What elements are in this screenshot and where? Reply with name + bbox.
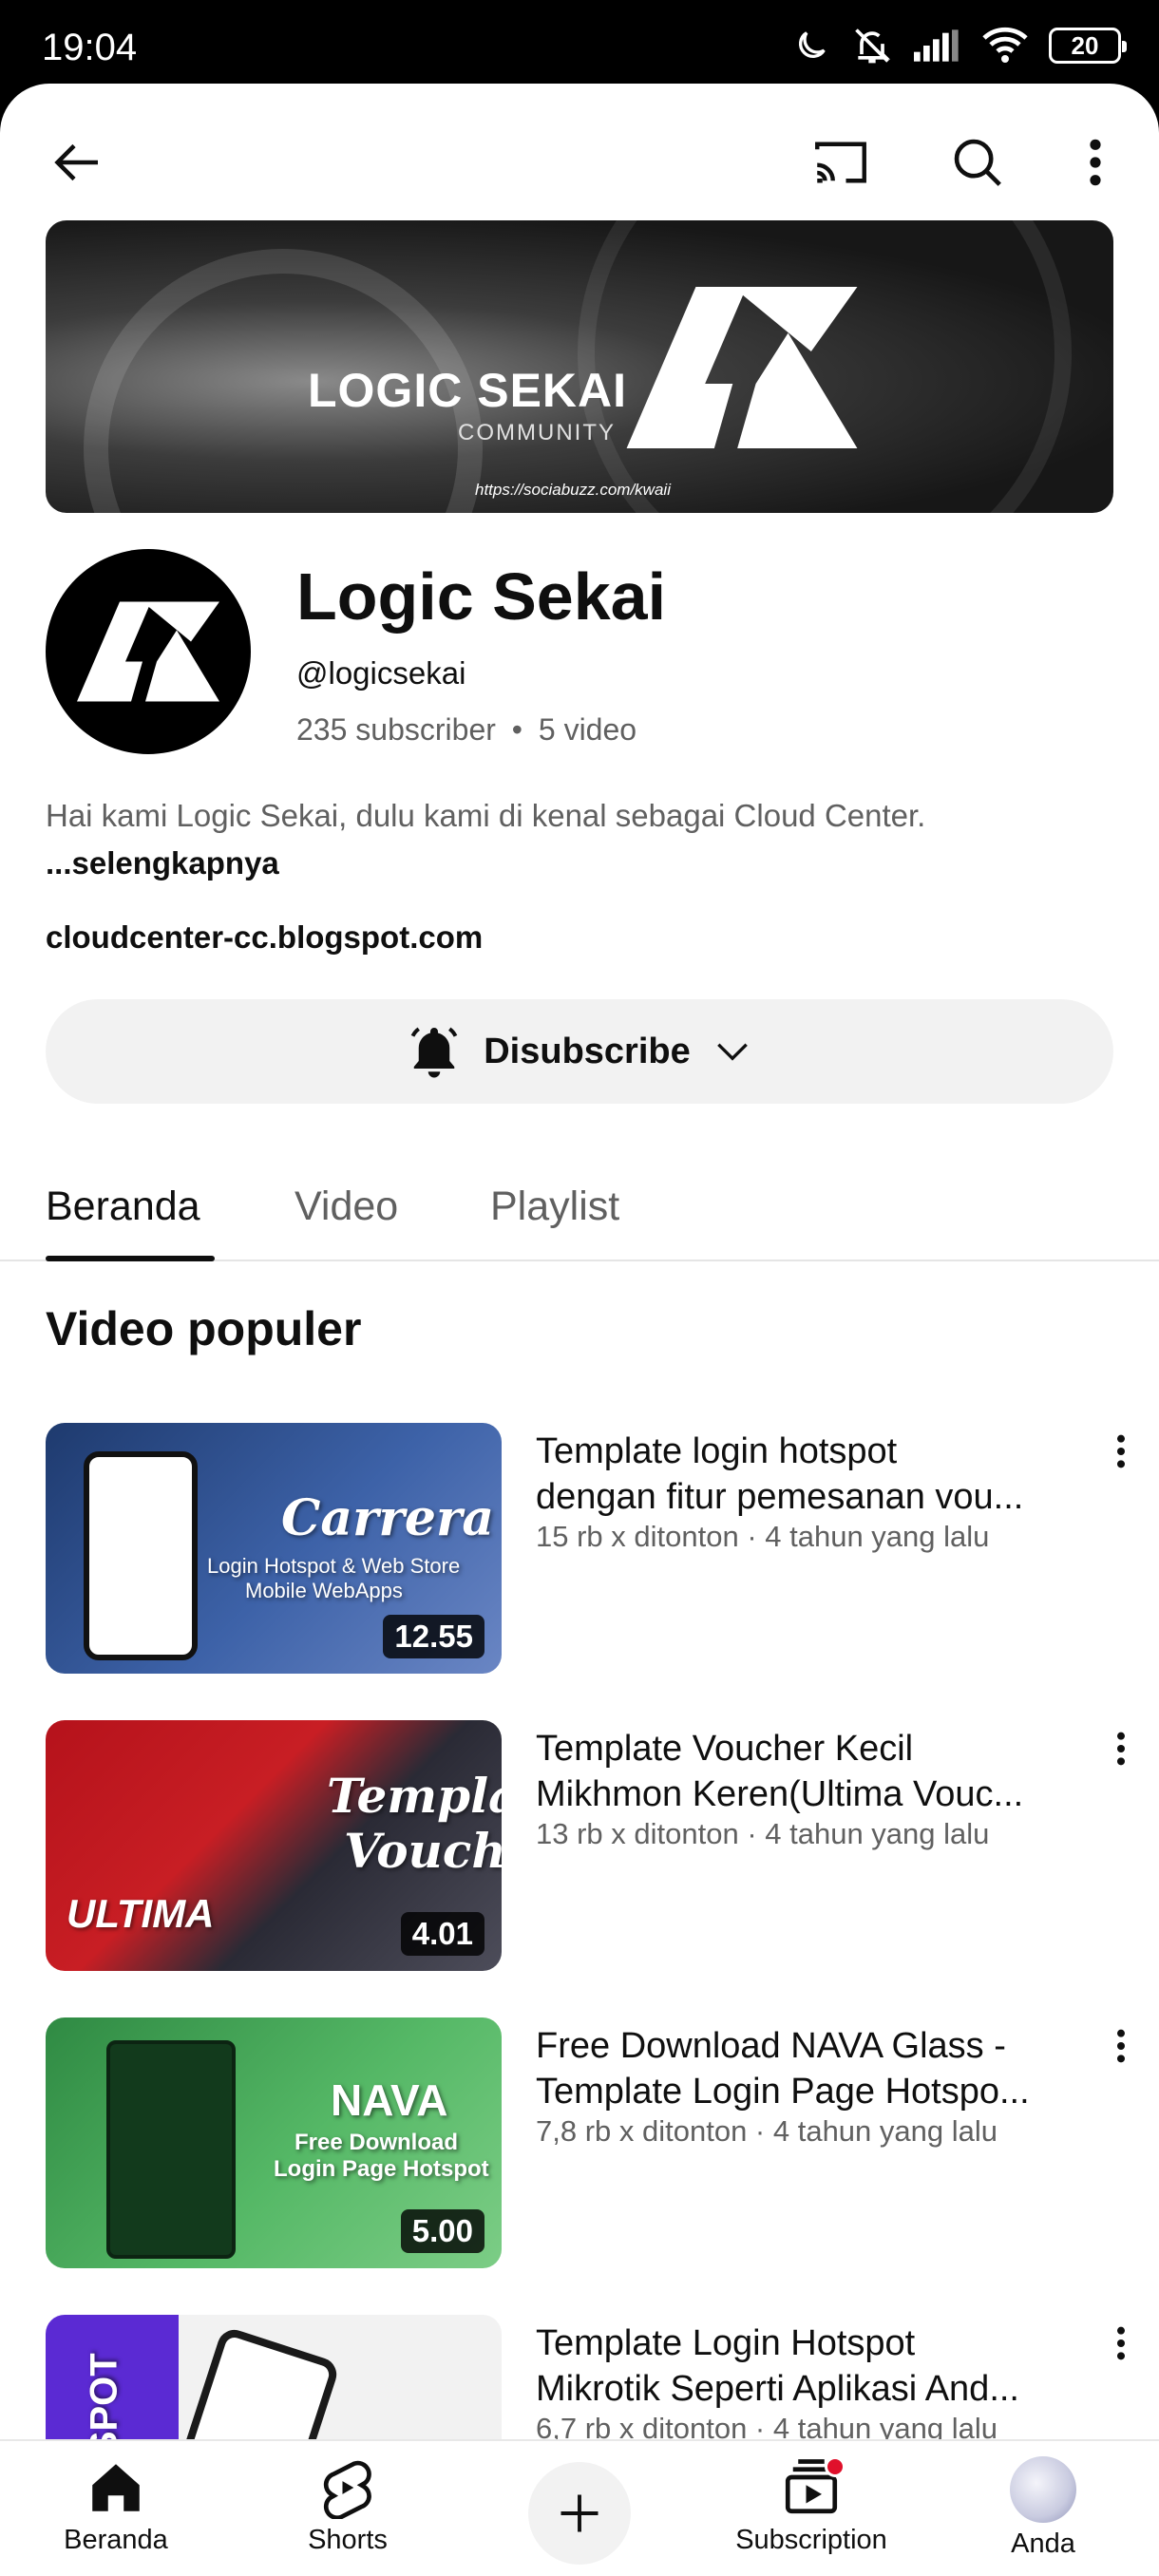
nav-you[interactable]: Anda — [958, 2456, 1129, 2560]
channel-banner: LOGIC SEKAI COMMUNITY https://sociabuzz.… — [46, 220, 1113, 513]
more-options-button[interactable] — [1053, 118, 1138, 207]
channel-avatar[interactable] — [46, 549, 251, 754]
logo-icon — [77, 601, 219, 702]
wifi-icon — [982, 27, 1028, 63]
more-vert-icon — [1090, 139, 1101, 186]
status-icons: 20 — [792, 25, 1127, 66]
thumbnail-title: Carrera — [281, 1489, 495, 1547]
bell-icon — [410, 1027, 458, 1078]
avatar — [1010, 2456, 1076, 2523]
video-menu-button[interactable] — [1102, 2317, 1140, 2370]
channel-stats: 235 subscriber • 5 video — [296, 712, 636, 748]
home-icon — [92, 2464, 140, 2511]
nav-home[interactable]: Beranda — [30, 2456, 201, 2556]
more-vert-icon — [1117, 1434, 1125, 1468]
separator: • — [511, 712, 522, 747]
phone-mockup — [84, 1451, 198, 1660]
video-item[interactable]: NAVA Free Download Login Page Hotspot 5.… — [46, 2017, 1148, 2268]
back-button[interactable] — [34, 118, 124, 207]
more-vert-icon — [1117, 2029, 1125, 2063]
shorts-icon — [323, 2460, 371, 2519]
channel-page: LOGIC SEKAI COMMUNITY https://sociabuzz.… — [0, 84, 1159, 2576]
channel-link[interactable]: cloudcenter-cc.blogspot.com — [46, 919, 483, 956]
banner-title: LOGIC SEKAI — [308, 364, 628, 417]
more-vert-icon — [1117, 1732, 1125, 1766]
phone-mockup — [106, 2040, 236, 2259]
nav-shorts[interactable]: Shorts — [262, 2456, 433, 2556]
channel-name: Logic Sekai — [296, 559, 667, 634]
thumbnail-subtitle: Mobile WebApps — [245, 1579, 403, 1602]
battery-indicator: 20 — [1049, 28, 1127, 64]
video-meta: 15 rb x ditonton · 4 tahun yang lalu — [536, 1520, 990, 1553]
video-meta: 13 rb x ditonton · 4 tahun yang lalu — [536, 1817, 990, 1850]
thumbnail-title: NAVA — [331, 2075, 448, 2125]
video-thumbnail[interactable]: NAVA Free Download Login Page Hotspot 5.… — [46, 2017, 502, 2268]
signal-icon — [914, 29, 959, 62]
subscribe-button[interactable]: Disubscribe — [46, 999, 1113, 1104]
thumbnail-subtitle: Voucher — [344, 1823, 502, 1879]
video-title[interactable]: Template login hotspot dengan fitur peme… — [536, 1429, 1125, 1520]
video-meta: 7,8 rb x ditonton · 4 tahun yang lalu — [536, 2114, 998, 2148]
description-text: Hai kami Logic Sekai, dulu kami di kenal… — [46, 798, 926, 833]
thumbnail-subtitle: Login Hotspot & Web Store — [207, 1554, 461, 1578]
tab-video[interactable]: Video — [294, 1184, 398, 1230]
video-menu-button[interactable] — [1102, 2019, 1140, 2073]
create-icon — [560, 2494, 598, 2532]
video-title[interactable]: Template Voucher Kecil Mikhmon Keren(Ult… — [536, 1726, 1125, 1817]
status-time: 19:04 — [42, 27, 138, 68]
read-more-link[interactable]: ...selengkapnya — [46, 845, 279, 881]
video-duration: 12.55 — [383, 1615, 484, 1658]
thumbnail-subtitle: Login Page Hotspot — [274, 2156, 489, 2182]
cast-button[interactable] — [796, 118, 885, 207]
top-app-bar — [0, 84, 1159, 224]
notification-dot — [825, 2456, 846, 2477]
subscribe-label: Disubscribe — [484, 1031, 691, 1071]
moon-icon — [799, 31, 826, 58]
video-title[interactable]: Template Login Hotspot Mikrotik Seperti … — [536, 2320, 1125, 2412]
tab-beranda[interactable]: Beranda — [46, 1184, 200, 1230]
thumbnail-brand: ULTIMA — [66, 1891, 215, 1936]
arrow-back-icon — [54, 143, 98, 181]
video-item[interactable]: Template Voucher ULTIMA 4.01 Template Vo… — [46, 1720, 1148, 1971]
create-button[interactable] — [528, 2462, 631, 2565]
cast-icon — [815, 142, 866, 183]
mute-icon — [855, 28, 891, 64]
video-count: 5 video — [538, 712, 637, 747]
video-thumbnail[interactable]: Template Voucher ULTIMA 4.01 — [46, 1720, 502, 1971]
channel-tabs: Beranda Video Playlist — [0, 1157, 1159, 1261]
video-item[interactable]: Carrera Login Hotspot & Web Store Mobile… — [46, 1423, 1148, 1674]
logo-icon — [626, 287, 858, 448]
video-menu-button[interactable] — [1102, 1425, 1140, 1478]
status-bar: 19:04 20 — [0, 0, 1159, 87]
nav-label: Subscription — [735, 2525, 887, 2555]
video-menu-button[interactable] — [1102, 1722, 1140, 1775]
subscriber-count: 235 subscriber — [296, 712, 496, 747]
video-duration: 4.01 — [400, 1912, 484, 1956]
tab-playlist[interactable]: Playlist — [490, 1184, 619, 1230]
chevron-down-icon — [716, 1043, 748, 1061]
section-title: Video populer — [46, 1302, 362, 1355]
channel-handle: @logicsekai — [296, 655, 466, 691]
video-thumbnail[interactable]: Carrera Login Hotspot & Web Store Mobile… — [46, 1423, 502, 1674]
thumbnail-subtitle: Free Download — [294, 2130, 459, 2155]
nav-label: Shorts — [308, 2525, 388, 2555]
tab-indicator — [46, 1256, 215, 1261]
video-title[interactable]: Free Download NAVA Glass - Template Logi… — [536, 2023, 1125, 2114]
banner-url: https://sociabuzz.com/kwaii — [475, 481, 671, 499]
search-icon — [954, 139, 1001, 186]
nav-label: Beranda — [64, 2525, 168, 2555]
nav-subscriptions[interactable]: Subscription — [726, 2456, 897, 2556]
bottom-navigation: Beranda Shorts Subscription Anda — [0, 2439, 1159, 2576]
banner-subtitle: COMMUNITY — [458, 420, 616, 445]
channel-description[interactable]: Hai kami Logic Sekai, dulu kami di kenal… — [46, 792, 1091, 887]
nav-label: Anda — [1011, 2529, 1075, 2559]
search-button[interactable] — [933, 118, 1022, 207]
video-duration: 5.00 — [400, 2209, 484, 2253]
more-vert-icon — [1117, 2326, 1125, 2360]
thumbnail-title: Template — [327, 1768, 502, 1824]
